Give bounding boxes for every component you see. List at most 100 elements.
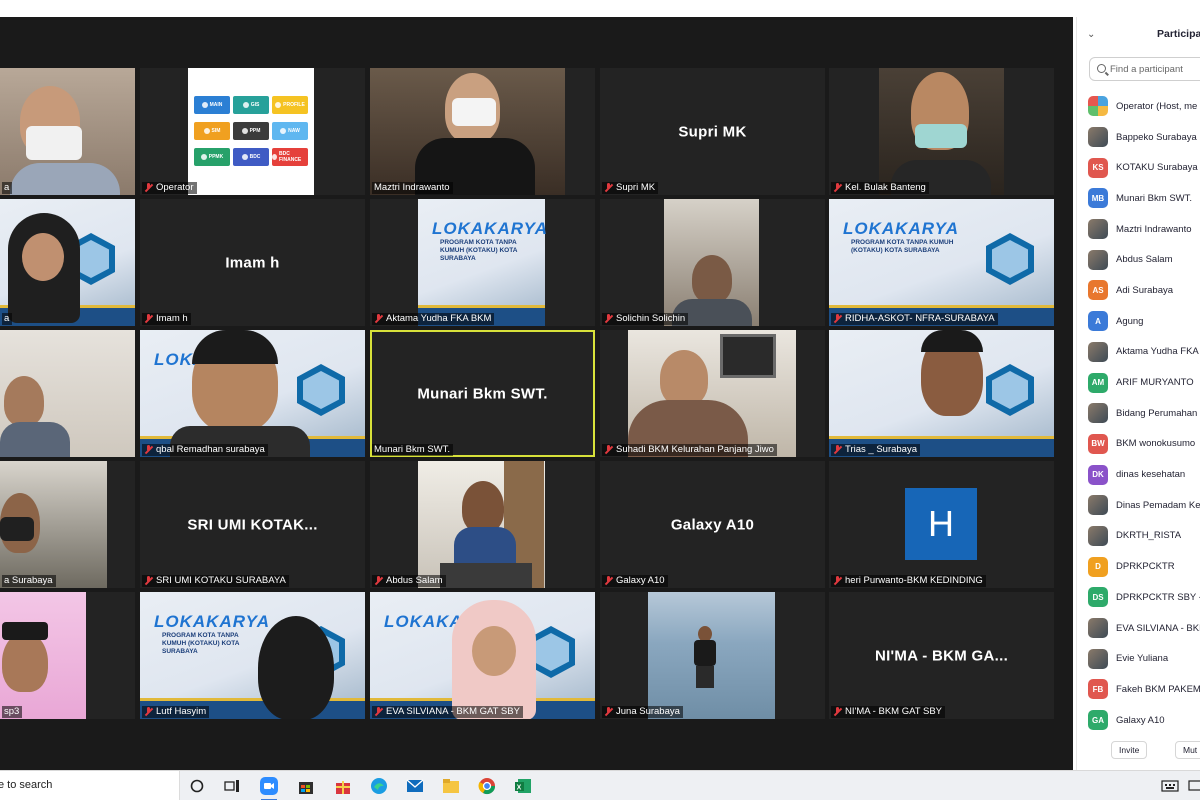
video-tile[interactable]: LOKAKARYA PROGRAM KOTA TANPA KUMUH (KOTA… bbox=[140, 592, 365, 719]
participant-row[interactable]: BW BKM wonokusumo bbox=[1077, 429, 1200, 460]
mail-icon[interactable] bbox=[405, 776, 425, 796]
participant-row[interactable]: KS KOTAKU Surabaya ( bbox=[1077, 152, 1200, 183]
participant-name-label: Solichin Solichin bbox=[602, 313, 689, 325]
participants-title: Participan bbox=[1157, 28, 1200, 40]
edge-browser-icon[interactable] bbox=[369, 776, 389, 796]
participant-display-name: Galaxy A10 bbox=[670, 516, 755, 533]
video-tile[interactable]: H heri Purwanto-BKM KEDINDING bbox=[829, 461, 1054, 588]
participant-row[interactable]: DKRTH_RISTA bbox=[1077, 521, 1200, 552]
video-tile[interactable]: Solichin Solichin bbox=[600, 199, 825, 326]
avatar: AM bbox=[1088, 372, 1108, 393]
participant-row[interactable]: Operator (Host, me bbox=[1077, 91, 1200, 122]
taskbar-search-box[interactable]: e to search bbox=[0, 771, 180, 800]
avatar bbox=[1088, 525, 1108, 546]
video-tile[interactable]: LOKAKARYA PROGRAM KOTA TANPA KUMUH (KOTA… bbox=[370, 199, 595, 326]
muted-mic-icon bbox=[604, 576, 613, 586]
video-tile[interactable]: Maztri Indrawanto bbox=[370, 68, 595, 195]
network-icon[interactable] bbox=[1185, 776, 1200, 796]
participant-name-label: RIDHA-ASKOT- NFRA-SURABAYA bbox=[831, 313, 998, 325]
participant-row[interactable]: EVA SILVIANA - BKM bbox=[1077, 613, 1200, 644]
avatar: DK bbox=[1088, 464, 1108, 485]
video-tile[interactable]: sp3 bbox=[0, 592, 135, 719]
video-tile[interactable]: Juna Surabaya bbox=[600, 592, 825, 719]
invite-button[interactable]: Invite bbox=[1111, 741, 1148, 759]
video-tile[interactable]: LOKAKARYA EVA SILVIANA - BKM GAT SBY bbox=[370, 592, 595, 719]
participant-search[interactable] bbox=[1089, 57, 1200, 81]
participant-row[interactable]: DK dinas kesehatan bbox=[1077, 459, 1200, 490]
video-tile[interactable]: Kel. Bulak Banteng bbox=[829, 68, 1054, 195]
participant-display-name: Supri MK bbox=[678, 123, 747, 140]
store-icon[interactable] bbox=[296, 776, 316, 796]
participant-row[interactable]: AS Adi Surabaya bbox=[1077, 275, 1200, 306]
participant-name-label: sp3 bbox=[2, 706, 23, 718]
muted-mic-icon bbox=[144, 445, 153, 455]
participant-row[interactable]: Bappeko Surabaya bbox=[1077, 122, 1200, 153]
participant-row[interactable]: FB Fakeh BKM PAKEM bbox=[1077, 674, 1200, 705]
muted-mic-icon bbox=[374, 314, 383, 324]
video-tile[interactable] bbox=[0, 330, 135, 457]
video-tile[interactable]: a bbox=[0, 68, 135, 195]
video-tile[interactable]: Galaxy A10 Galaxy A10 bbox=[600, 461, 825, 588]
mute-all-button[interactable]: Mut bbox=[1175, 741, 1200, 759]
video-tile[interactable]: Abdus Salam bbox=[370, 461, 595, 588]
video-tile[interactable]: LOKAKARYA PROGRAM KOTA TANPA KUMUH (KOTA… bbox=[829, 199, 1054, 326]
chevron-down-icon[interactable]: ⌄ bbox=[1087, 29, 1095, 40]
video-tile[interactable]: Trias _ Surabaya bbox=[829, 330, 1054, 457]
participant-name: Munari Bkm SWT. bbox=[1116, 192, 1193, 204]
participant-row[interactable]: Dinas Pemadam Ke bbox=[1077, 490, 1200, 521]
participant-display-name: Imam h bbox=[225, 254, 280, 271]
participant-row[interactable]: Abdus Salam bbox=[1077, 244, 1200, 275]
participant-row[interactable]: Evie Yuliana bbox=[1077, 643, 1200, 674]
file-explorer-icon[interactable] bbox=[441, 776, 461, 796]
muted-mic-icon bbox=[833, 576, 842, 586]
video-tile[interactable]: NI'MA - BKM GA... NI'MA - BKM GAT SBY bbox=[829, 592, 1054, 719]
participant-row[interactable]: Bidang Perumahan bbox=[1077, 398, 1200, 429]
participant-name-label: Kel. Bulak Banteng bbox=[831, 182, 929, 194]
participant-row[interactable]: A Agung bbox=[1077, 306, 1200, 337]
muted-mic-icon bbox=[604, 314, 613, 324]
participant-row[interactable]: DS DPRKPCKTR SBY - F bbox=[1077, 582, 1200, 613]
participant-row[interactable]: GA Galaxy A10 bbox=[1077, 705, 1200, 736]
video-tile[interactable]: Imam h Imam h bbox=[140, 199, 365, 326]
active-speaker-tile[interactable]: Munari Bkm SWT. Munari Bkm SWT. bbox=[370, 330, 595, 457]
search-input[interactable] bbox=[1110, 62, 1200, 77]
video-tile[interactable]: a bbox=[0, 199, 135, 326]
chrome-browser-icon[interactable] bbox=[477, 776, 497, 796]
avatar: MB bbox=[1088, 188, 1108, 209]
video-tile[interactable]: SRI UMI KOTAK... SRI UMI KOTAKU SURABAYA bbox=[140, 461, 365, 588]
participant-row[interactable]: MB Munari Bkm SWT. bbox=[1077, 183, 1200, 214]
video-gallery: a MAIN GIS PROFILE SIM PPM NAW PPMK BDC … bbox=[0, 17, 1073, 770]
svg-text:X: X bbox=[517, 785, 522, 792]
app-menu-screen: MAIN GIS PROFILE SIM PPM NAW PPMK BDC BD… bbox=[188, 68, 314, 195]
participant-name-label: Abdus Salam bbox=[372, 575, 446, 587]
participant-name-label: NI'MA - BKM GAT SBY bbox=[831, 706, 946, 718]
participant-name: Maztri Indrawanto bbox=[1116, 223, 1192, 235]
participant-row[interactable]: AM ARIF MURYANTO bbox=[1077, 367, 1200, 398]
participant-row[interactable]: Maztri Indrawanto bbox=[1077, 214, 1200, 245]
participant-row[interactable]: D DPRKPCKTR bbox=[1077, 551, 1200, 582]
video-tile[interactable]: LOKAKARYA qbal Remadhan surabaya bbox=[140, 330, 365, 457]
gift-app-icon[interactable] bbox=[333, 776, 353, 796]
search-icon bbox=[1097, 64, 1106, 73]
participant-name-label: a bbox=[2, 182, 13, 194]
participant-name-label: Trias _ Surabaya bbox=[831, 444, 920, 456]
participant-name-label: Imam h bbox=[142, 313, 191, 325]
participant-name: EVA SILVIANA - BKM bbox=[1116, 622, 1200, 634]
task-view-icon[interactable] bbox=[222, 776, 242, 796]
participant-name-label: a Surabaya bbox=[2, 575, 56, 587]
video-tile[interactable]: a Surabaya bbox=[0, 461, 135, 588]
panel-footer: Invite Mut bbox=[1077, 741, 1200, 770]
video-tile[interactable]: Supri MK Supri MK bbox=[600, 68, 825, 195]
cortana-icon[interactable] bbox=[187, 776, 207, 796]
participant-name-label: a bbox=[2, 313, 13, 325]
video-tile[interactable]: Suhadi BKM Kelurahan Panjang Jiwo bbox=[600, 330, 825, 457]
keyboard-icon[interactable] bbox=[1160, 776, 1180, 796]
avatar: BW bbox=[1088, 433, 1108, 454]
participant-name-label: Operator bbox=[142, 182, 197, 194]
participant-name: Operator (Host, me bbox=[1116, 100, 1198, 112]
excel-icon[interactable]: X bbox=[513, 776, 533, 796]
video-tile[interactable]: MAIN GIS PROFILE SIM PPM NAW PPMK BDC BD… bbox=[140, 68, 365, 195]
participant-row[interactable]: Aktama Yudha FKA bbox=[1077, 337, 1200, 368]
avatar: A bbox=[1088, 311, 1108, 332]
zoom-app-icon[interactable] bbox=[259, 776, 279, 800]
